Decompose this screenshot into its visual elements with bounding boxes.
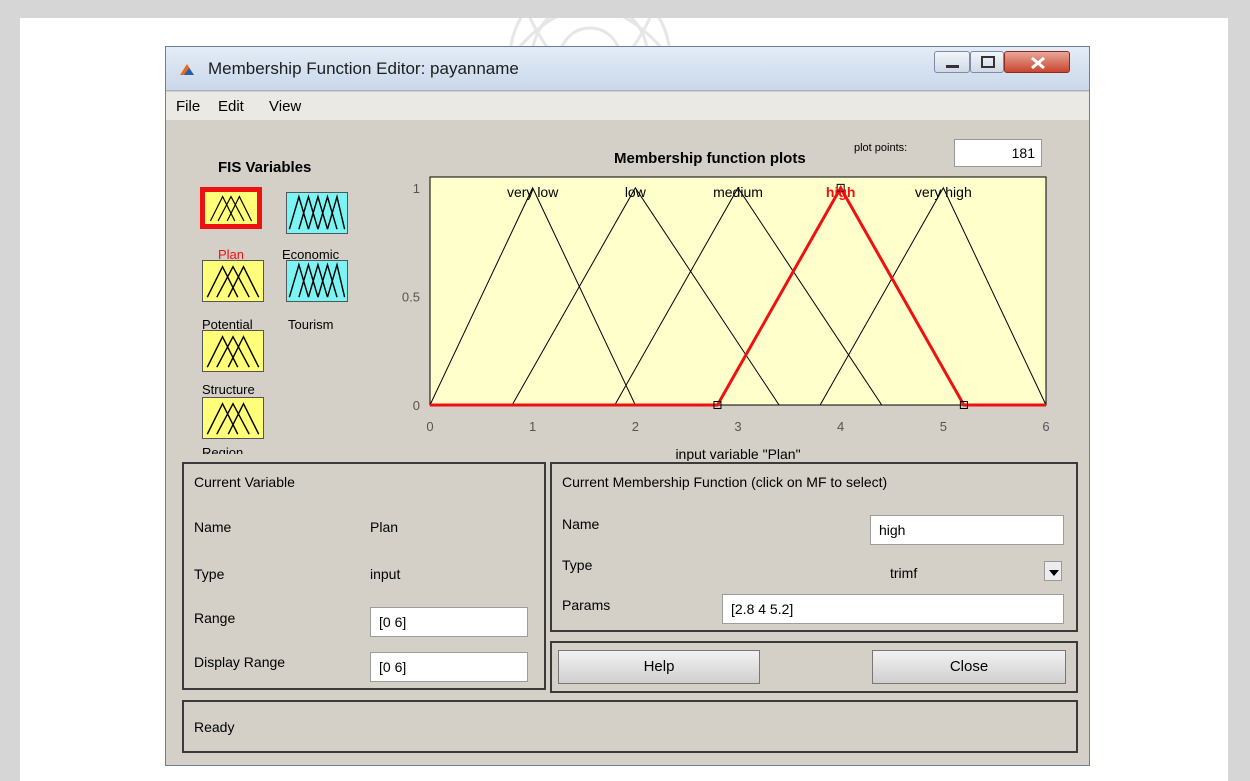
menu-file[interactable]: File [176,98,200,115]
mf-label-very_low: very low [507,184,559,200]
x-tick-label: 6 [1042,419,1049,434]
variable-type-value: input [370,566,401,582]
membership-function-plot[interactable]: 0 1 2 3 4 5 6 0 0.5 1 input variable "Plan" very lo… [374,171,1074,461]
x-tick-label: 0 [426,419,433,434]
membership-function-editor-window: Membership Function Editor: payanname Fi… [165,46,1090,766]
variable-tourism-label: Tourism [288,317,334,332]
variable-region-label: Region [202,445,244,454]
mf-output-icon [288,194,346,230]
x-tick-label: 5 [940,419,947,434]
buttons-panel: Help Close [550,641,1078,693]
mf-input-icon [206,402,260,435]
mf-input-icon [206,335,260,368]
variable-plan-box[interactable] [200,187,262,229]
x-tick-label: 2 [632,419,639,434]
mf-label-high: high [826,184,856,200]
current-mf-title: Current Membership Function (click on MF… [562,474,888,490]
mf-input-icon [209,195,253,222]
matlab-icon [180,64,194,75]
chevron-down-icon [1049,570,1059,576]
menu-edit[interactable]: Edit [218,98,244,115]
mf-output-icon [288,262,346,298]
mf-label-low: low [625,184,647,200]
plot-title: Membership function plots [614,150,806,167]
display-range-input[interactable]: [0 6] [370,652,528,682]
mf-type-label: Type [562,557,593,573]
mf-name-label: Name [562,516,600,532]
menu-view[interactable]: View [269,98,301,115]
mf-params-input[interactable]: [2.8 4 5.2] [722,594,1064,624]
range-label: Range [194,610,236,626]
minimize-button[interactable] [934,51,970,73]
x-tick-label: 3 [734,419,741,434]
minimize-icon [946,65,959,68]
y-tick-label: 0.5 [402,289,420,304]
mf-input-icon [206,265,260,298]
variable-type-label: Type [194,566,225,582]
y-tick-label: 1 [413,181,420,196]
maximize-icon [981,56,995,68]
close-button[interactable]: Close [872,650,1066,684]
maximize-button[interactable] [970,51,1004,73]
variable-economic-box[interactable] [286,192,348,234]
mf-type-dropdown[interactable] [1044,561,1062,581]
variable-potential-box[interactable] [202,260,264,302]
variable-tourism-box[interactable] [286,260,348,302]
mf-label-medium: medium [713,184,763,200]
display-range-label: Display Range [194,654,286,670]
current-variable-title: Current Variable [194,474,295,490]
variable-structure-box[interactable] [202,330,264,372]
mf-type-select[interactable]: trimf [890,565,917,581]
close-window-button[interactable] [1004,51,1070,73]
variable-region-box[interactable] [202,397,264,439]
fis-variables-heading: FIS Variables [218,159,312,176]
help-button[interactable]: Help [558,650,760,684]
window-title: Membership Function Editor: payanname [208,59,519,78]
mf-params-label: Params [562,597,611,613]
x-axis-label: input variable "Plan" [675,446,800,461]
variable-structure-label: Structure [202,382,255,397]
title-bar[interactable]: Membership Function Editor: payanname [166,47,1089,91]
mf-name-input[interactable]: high [870,515,1064,545]
close-icon [1031,56,1045,70]
x-tick-label: 1 [529,419,536,434]
y-tick-label: 0 [413,398,420,413]
variable-name-value: Plan [370,519,399,535]
status-text: Ready [194,719,235,735]
x-tick-label: 4 [837,419,844,434]
current-mf-panel: Current Membership Function (click on MF… [550,462,1078,632]
menu-bar: File Edit View [166,92,1089,120]
variable-name-label: Name [194,519,232,535]
plot-points-label: plot points: [854,142,908,154]
range-input[interactable]: [0 6] [370,607,528,637]
current-variable-panel: Current Variable Name Plan Type input Ra… [182,462,546,690]
status-panel: Ready [182,700,1078,753]
mf-label-very_high: very high [915,184,972,200]
plot-points-input[interactable]: 181 [954,139,1042,167]
